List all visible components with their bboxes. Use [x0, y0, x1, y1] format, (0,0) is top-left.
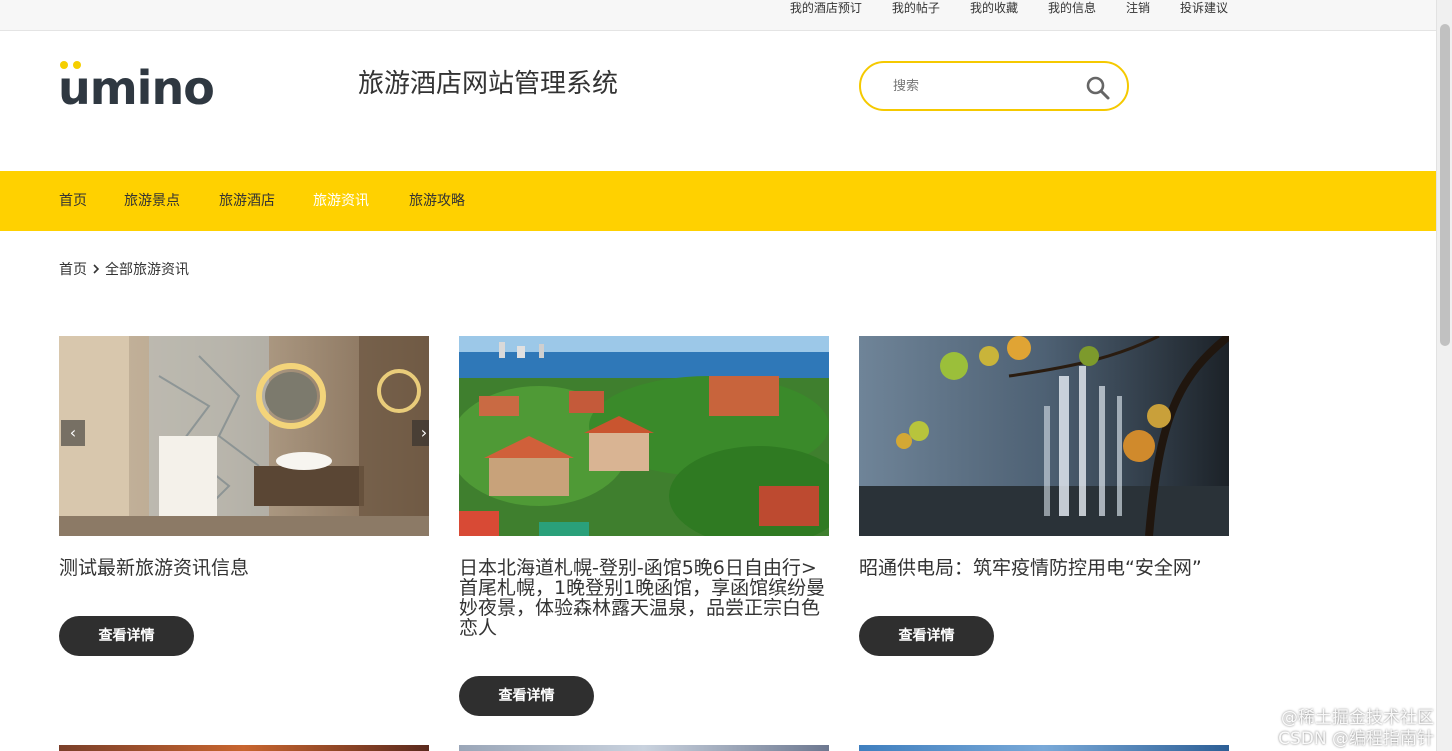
card-image-partial[interactable]: [859, 745, 1229, 751]
breadcrumb: 首页 全部旅游资讯: [59, 259, 189, 279]
news-card: ‹ › 测试最新旅游资讯信息 查看详情: [59, 336, 429, 656]
nav-item-guides[interactable]: 旅游攻略: [409, 171, 465, 231]
link-my-hotel-bookings[interactable]: 我的酒店预订: [790, 0, 862, 16]
search-box: [859, 61, 1129, 111]
site-logo[interactable]: umino: [58, 59, 218, 113]
watermark: @稀土掘金技术社区 CSDN @编程指南针: [1278, 708, 1434, 750]
link-logout[interactable]: 注销: [1126, 0, 1150, 16]
breadcrumb-home[interactable]: 首页: [59, 259, 87, 279]
link-complaints[interactable]: 投诉建议: [1180, 0, 1228, 16]
chevron-right-icon: [87, 259, 105, 279]
news-card: 日本北海道札幌-登别-函馆5晚6日自由行>首尾札幌，1晚登别1晚函馆，享函馆缤纷…: [459, 336, 829, 716]
logo-text: umino: [58, 61, 215, 115]
view-details-button[interactable]: 查看详情: [459, 676, 594, 716]
breadcrumb-current: 全部旅游资讯: [105, 262, 189, 278]
nav-item-home[interactable]: 首页: [59, 171, 87, 231]
page-scrollbar[interactable]: [1436, 0, 1452, 751]
card-image-partial[interactable]: [59, 745, 429, 751]
card-title[interactable]: 日本北海道札幌-登别-函馆5晚6日自由行>首尾札幌，1晚登别1晚函馆，享函馆缤纷…: [459, 558, 829, 638]
top-utility-bar: 我的酒店预订 我的帖子 我的收藏 我的信息 注销 投诉建议: [0, 0, 1436, 31]
watermark-line-2: CSDN @编程指南针: [1278, 729, 1434, 749]
card-image[interactable]: [859, 336, 1229, 536]
link-my-info[interactable]: 我的信息: [1048, 0, 1096, 16]
news-card: 昭通供电局：筑牢疫情防控用电“安全网” 查看详情: [859, 336, 1229, 656]
search-icon[interactable]: [1085, 75, 1111, 101]
link-my-posts[interactable]: 我的帖子: [892, 0, 940, 16]
view-details-button[interactable]: 查看详情: [59, 616, 194, 656]
scrollbar-thumb[interactable]: [1440, 24, 1450, 346]
card-image[interactable]: [459, 336, 829, 536]
card-image-partial[interactable]: [459, 745, 829, 751]
view-details-button[interactable]: 查看详情: [859, 616, 994, 656]
site-title: 旅游酒店网站管理系统: [358, 69, 619, 99]
watermark-line-1: @稀土掘金技术社区: [1281, 708, 1434, 728]
carousel-next-icon[interactable]: ›: [412, 420, 429, 446]
search-input[interactable]: [893, 75, 1073, 97]
site-header: umino 旅游酒店网站管理系统: [0, 31, 1436, 171]
card-title[interactable]: 昭通供电局：筑牢疫情防控用电“安全网”: [859, 558, 1229, 578]
user-links: 我的酒店预订 我的帖子 我的收藏 我的信息 注销 投诉建议: [760, 0, 1228, 16]
carousel-prev-icon[interactable]: ‹: [61, 420, 85, 446]
card-image[interactable]: ‹ ›: [59, 336, 429, 536]
nav-item-hotels[interactable]: 旅游酒店: [219, 171, 275, 231]
nav-item-attractions[interactable]: 旅游景点: [124, 171, 180, 231]
card-title[interactable]: 测试最新旅游资讯信息: [59, 558, 429, 578]
link-my-favorites[interactable]: 我的收藏: [970, 0, 1018, 16]
main-nav: 首页 旅游景点 旅游酒店 旅游资讯 旅游攻略: [0, 171, 1436, 231]
nav-item-news[interactable]: 旅游资讯: [313, 171, 369, 231]
